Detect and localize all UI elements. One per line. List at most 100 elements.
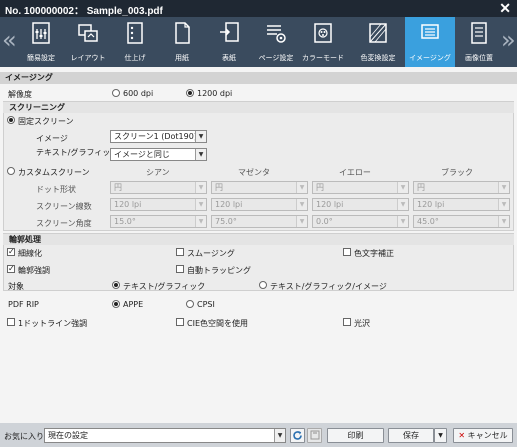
resolution-600-radio[interactable] [112, 89, 120, 97]
resolution-1200-label: 1200 dpi [197, 89, 233, 98]
imaging-header: イメージング [0, 72, 517, 84]
tab-bar: « 簡易設定 レイアウト 仕上げ 用紙 表紙 ページ設定 カラーモード 色変換設… [0, 17, 517, 67]
chevron-down-icon: ▼ [397, 199, 408, 210]
tab-label: カラーモード [302, 54, 344, 62]
chevron-down-icon: ▼ [498, 182, 509, 193]
finishing-icon [127, 22, 143, 44]
appe-radio[interactable] [112, 300, 120, 308]
chevron-down-icon: ▼ [397, 182, 408, 193]
color-conversion-icon [369, 23, 387, 43]
chevron-down-icon: ▼ [296, 216, 307, 227]
thinning-checkbox[interactable]: ✓ [7, 248, 15, 256]
tab-cover[interactable]: 表紙 [206, 17, 252, 67]
chevron-down-icon: ▼ [296, 199, 307, 210]
magenta-ruling-select[interactable]: 120 lpi ▼ [211, 198, 308, 211]
black-angle-select[interactable]: 45.0° ▼ [413, 215, 510, 228]
resolution-label: 解像度 [8, 90, 32, 99]
column-yellow: イエロー [339, 168, 371, 177]
page-settings-icon [267, 25, 286, 43]
smoothing-checkbox[interactable] [176, 248, 184, 256]
cpsi-radio[interactable] [186, 300, 194, 308]
tab-image-position[interactable]: 画像位置 [456, 17, 502, 67]
save-options-button[interactable]: ▼ [434, 428, 447, 443]
cancel-button[interactable]: ✕ キャンセル [453, 428, 513, 443]
screen-angle-label: スクリーン角度 [36, 219, 92, 228]
tab-label: ページ設定 [258, 54, 294, 62]
one-dot-line-checkbox[interactable] [7, 318, 15, 326]
chevron-down-icon: ▼ [498, 199, 509, 210]
settings-panel: イメージング 解像度 600 dpi 1200 dpi スクリーニング 固定スク… [0, 67, 517, 423]
refresh-button[interactable] [290, 428, 305, 443]
select-value: 0.0° [316, 217, 333, 226]
print-button[interactable]: 印刷 [327, 428, 384, 443]
cyan-dot-shape-select[interactable]: 円 ▼ [110, 181, 207, 194]
select-value: 75.0° [215, 217, 237, 226]
tab-finishing[interactable]: 仕上げ [112, 17, 158, 67]
refresh-icon [293, 431, 302, 440]
text-graphic-value: イメージと同じ [114, 150, 170, 159]
layout-icon [78, 24, 98, 42]
yellow-ruling-select[interactable]: 120 lpi ▼ [312, 198, 409, 211]
text-graphic-select[interactable]: イメージと同じ ▼ [110, 148, 207, 161]
paper-icon [175, 22, 190, 44]
cie-color-checkbox[interactable] [176, 318, 184, 326]
chevron-down-icon: ▼ [195, 182, 206, 193]
column-magenta: マゼンタ [238, 168, 270, 177]
black-ruling-select[interactable]: 120 lpi ▼ [413, 198, 510, 211]
title-bar: No. 100000002： Sample_003.pdf ✕ [0, 0, 517, 17]
target-text-graphic-radio[interactable] [112, 281, 120, 289]
favorites-select[interactable]: 現在の設定 ▼ [44, 428, 286, 443]
close-icon[interactable]: ✕ [499, 0, 511, 17]
favorites-label: お気に入り [4, 432, 44, 441]
scroll-right-icon[interactable]: » [501, 25, 516, 59]
chevron-down-icon: ▼ [498, 216, 509, 227]
select-value: 円 [417, 183, 425, 192]
save-favorite-button[interactable] [307, 428, 322, 443]
dot-shape-label: ドット形状 [36, 185, 76, 194]
select-value: 45.0° [417, 217, 439, 226]
tab-label: 画像位置 [465, 54, 493, 62]
black-dot-shape-select[interactable]: 円 ▼ [413, 181, 510, 194]
smoothing-label: スムージング [187, 249, 235, 258]
tab-color-mode[interactable]: カラーモード [300, 17, 346, 67]
custom-screen-label: カスタムスクリーン [18, 168, 90, 177]
select-value: 120 lpi [316, 200, 344, 209]
tab-imaging[interactable]: イメージング [405, 17, 455, 67]
edge-processing-header: 輪郭処理 [3, 234, 514, 245]
chevron-down-icon: ▼ [195, 149, 206, 160]
auto-trapping-checkbox[interactable] [176, 265, 184, 273]
close-icon: ✕ [458, 431, 466, 440]
tab-color-conversion[interactable]: 色変換設定 [355, 17, 401, 67]
chevron-down-icon: ▼ [397, 216, 408, 227]
edge-enhance-checkbox[interactable]: ✓ [7, 265, 15, 273]
image-position-icon [471, 22, 487, 44]
custom-screen-radio[interactable] [7, 167, 15, 175]
screen-ruling-label: スクリーン線数 [36, 202, 92, 211]
image-screen-value: スクリーン1 (Dot190) [114, 132, 197, 141]
resolution-1200-radio[interactable] [186, 89, 194, 97]
text-graphic-label: テキスト/グラフィック [36, 148, 119, 157]
select-value: 15.0° [114, 217, 136, 226]
tab-layout[interactable]: レイアウト [65, 17, 111, 67]
save-button[interactable]: 保存 [388, 428, 434, 443]
tab-label: 用紙 [175, 54, 189, 62]
chevron-down-icon: ▼ [296, 182, 307, 193]
cyan-angle-select[interactable]: 15.0° ▼ [110, 215, 207, 228]
tab-page-settings[interactable]: ページ設定 [253, 17, 299, 67]
tab-paper[interactable]: 用紙 [159, 17, 205, 67]
fixed-screen-radio[interactable] [7, 116, 15, 124]
yellow-dot-shape-select[interactable]: 円 ▼ [312, 181, 409, 194]
magenta-angle-select[interactable]: 75.0° ▼ [211, 215, 308, 228]
color-text-correction-checkbox[interactable] [343, 248, 351, 256]
target-text-graphic-image-radio[interactable] [259, 281, 267, 289]
yellow-angle-select[interactable]: 0.0° ▼ [312, 215, 409, 228]
thinning-label: 細線化 [18, 249, 42, 258]
image-screen-select[interactable]: スクリーン1 (Dot190) ▼ [110, 130, 207, 143]
magenta-dot-shape-select[interactable]: 円 ▼ [211, 181, 308, 194]
tab-quick-settings[interactable]: 簡易設定 [18, 17, 64, 67]
column-black: ブラック [441, 168, 473, 177]
cyan-ruling-select[interactable]: 120 lpi ▼ [110, 198, 207, 211]
tab-label: 仕上げ [124, 54, 146, 62]
gloss-checkbox[interactable] [343, 318, 351, 326]
quick-settings-icon [32, 22, 50, 44]
